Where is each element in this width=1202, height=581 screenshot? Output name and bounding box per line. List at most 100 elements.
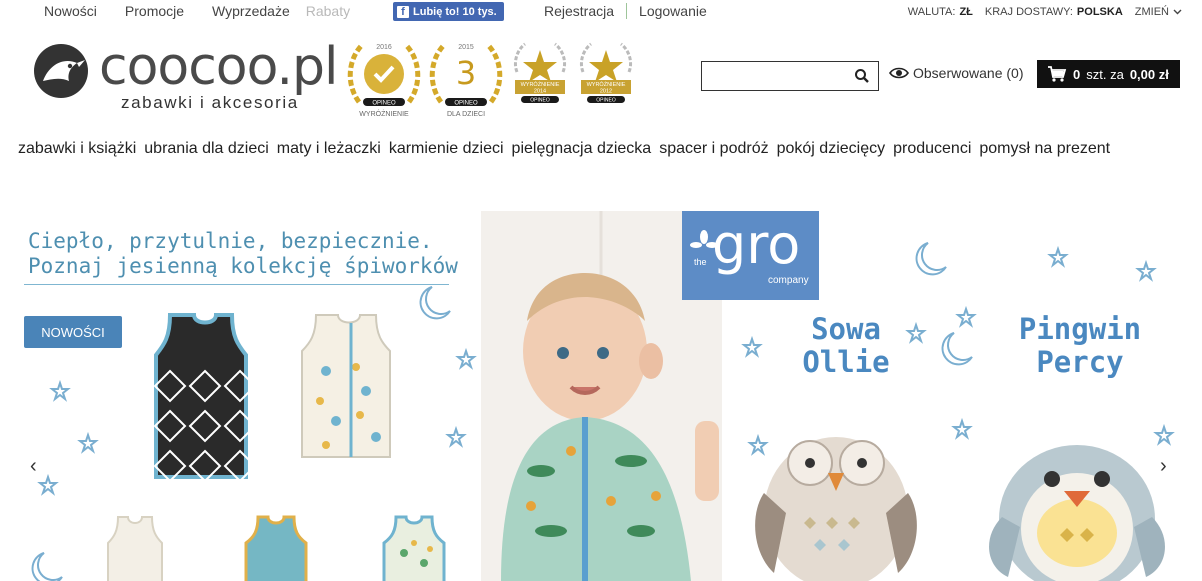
category-spacer[interactable]: spacer i podróż xyxy=(659,140,768,158)
gro-the-label: the xyxy=(694,257,707,267)
product-title-owl-line2: Ollie xyxy=(802,345,890,379)
award-label: DLA DZIECI xyxy=(447,111,485,118)
region-settings: WALUTA: ZŁ KRAJ DOSTAWY: POLSKA ZMIEŃ xyxy=(908,6,1182,18)
top-nav: Nowości Promocje Wyprzedaże Rabaty xyxy=(44,3,378,19)
category-nav: zabawki i książki ubrania dla dzieci mat… xyxy=(18,140,1118,158)
category-karmienie[interactable]: karmienie dzieci xyxy=(389,140,504,158)
star-icon xyxy=(741,335,763,358)
gro-wordmark: gro xyxy=(712,213,801,276)
top-nav-item-wyprzedaze[interactable]: Wyprzedaże xyxy=(212,3,290,19)
laurel-wreath-icon: OPINEO 2016 WYRÓŻNIENIE xyxy=(347,44,421,118)
logo-tagline: zabawki i akcesoria xyxy=(121,93,299,112)
product-title-owl: Sowa Ollie xyxy=(796,313,896,379)
top-bar: Nowości Promocje Wyprzedaże Rabaty f Lub… xyxy=(0,0,1202,24)
award-year: 2016 xyxy=(376,44,392,51)
star-icon xyxy=(455,347,477,370)
star-icon xyxy=(905,321,927,344)
facebook-like-button[interactable]: f Lubię to! 10 tys. xyxy=(393,2,504,21)
cart-qty-suffix: szt. za xyxy=(1086,66,1124,82)
star-icon xyxy=(955,305,977,328)
award-number: 3 xyxy=(456,54,476,92)
category-ubrania[interactable]: ubrania dla dzieci xyxy=(144,140,269,158)
sleeping-bag-animals-image xyxy=(301,314,391,458)
watchlist-link[interactable]: Obserwowane (0) xyxy=(889,65,1024,81)
logo-wordmark: coocoo.pl xyxy=(99,37,339,97)
product-title-penguin-line1: Pingwin xyxy=(1018,312,1142,346)
facebook-icon: f xyxy=(397,5,409,18)
cart-qty: 0 xyxy=(1073,66,1081,82)
star-icon xyxy=(49,379,71,402)
category-producenci[interactable]: producenci xyxy=(893,140,971,158)
award-brand-label: OPINEO xyxy=(596,98,616,104)
award-badge-2014: WYRÓŻNIENIE 2014 OPINEO xyxy=(509,36,571,120)
star-icon xyxy=(951,417,973,440)
product-title-penguin-line2: Percy xyxy=(1036,345,1124,379)
award-badges: OPINEO 2016 WYRÓŻNIENIE 3 OPINEO 2015 DL… xyxy=(345,36,637,120)
award-year: 2014 xyxy=(534,89,546,95)
award-brand-label: OPINEO xyxy=(530,98,550,104)
award-badge-2015: 3 OPINEO 2015 DLA DZIECI xyxy=(427,36,505,120)
site-logo[interactable]: coocoo.pl zabawki i akcesoria xyxy=(33,37,343,118)
top-nav-item-promocje[interactable]: Promocje xyxy=(125,3,184,19)
search-icon[interactable] xyxy=(854,68,870,84)
eye-icon xyxy=(889,67,909,79)
award-year: 2012 xyxy=(600,89,612,95)
award-label: WYRÓŻNIENIE xyxy=(359,109,409,118)
award-brand-label: OPINEO xyxy=(372,101,396,107)
star-award-icon: WYRÓŻNIENIE 2012 OPINEO xyxy=(579,42,633,104)
cuckoo-bird-icon xyxy=(34,44,88,98)
hero-banner[interactable]: Ciepło, przytulnie, bezpiecznie. Poznaj … xyxy=(0,211,1202,581)
top-nav-item-nowosci[interactable]: Nowości xyxy=(44,3,97,19)
star-icon xyxy=(77,431,99,454)
star-icon xyxy=(37,473,59,496)
star-icon xyxy=(445,425,467,448)
login-link[interactable]: Logowanie xyxy=(639,3,707,19)
category-zabawki[interactable]: zabawki i książki xyxy=(18,140,136,158)
country-label: KRAJ DOSTAWY: xyxy=(984,6,1073,18)
cart-button[interactable]: 0 szt. za 0,00 zł xyxy=(1037,60,1180,88)
cart-total: 0,00 zł xyxy=(1129,66,1169,82)
penguin-plush-image xyxy=(989,445,1165,581)
award-label: WYRÓŻNIENIE xyxy=(587,81,626,88)
moon-icon xyxy=(915,242,947,276)
moon-icon xyxy=(419,286,451,320)
award-badge-2012: WYRÓŻNIENIE 2012 OPINEO xyxy=(575,36,637,120)
award-brand-label: OPINEO xyxy=(454,101,478,107)
facebook-like-label: Lubię to! 10 tys. xyxy=(413,5,497,18)
product-title-owl-line1: Sowa xyxy=(811,312,881,346)
auth-links: Rejestracja Logowanie xyxy=(544,3,707,19)
sleeping-bag-cream-image xyxy=(107,516,163,581)
owl-plush-image xyxy=(755,437,917,581)
currency-label: WALUTA: xyxy=(907,6,956,18)
chevron-down-icon[interactable] xyxy=(1173,9,1182,15)
award-label: WYRÓŻNIENIE xyxy=(521,81,560,88)
product-title-penguin: Pingwin Percy xyxy=(1010,313,1150,379)
country-value: POLSKA xyxy=(1076,6,1123,18)
search-box[interactable] xyxy=(701,61,879,91)
currency-value: ZŁ xyxy=(959,6,973,18)
moon-icon xyxy=(941,332,973,366)
category-pokoj[interactable]: pokój dziecięcy xyxy=(777,140,886,158)
watchlist-label: Obserwowane (0) xyxy=(913,65,1024,81)
sleeping-bag-teal-image xyxy=(244,515,308,581)
category-prezent[interactable]: pomysł na prezent xyxy=(979,140,1110,158)
auth-divider xyxy=(626,3,628,19)
moon-icon xyxy=(31,552,63,581)
banner-prev-arrow[interactable]: ‹ xyxy=(30,455,37,478)
star-icon xyxy=(1135,259,1157,282)
category-pielegnacja[interactable]: pielęgnacja dziecka xyxy=(512,140,652,158)
award-year: 2015 xyxy=(458,44,474,51)
cart-icon xyxy=(1048,66,1067,82)
sleeping-bag-geometric-image xyxy=(153,313,257,481)
gro-company-label: company xyxy=(768,275,809,286)
category-maty[interactable]: maty i leżaczki xyxy=(277,140,381,158)
star-award-icon: WYRÓŻNIENIE 2014 OPINEO xyxy=(513,42,567,104)
star-icon xyxy=(1047,245,1069,268)
change-region-link[interactable]: ZMIEŃ xyxy=(1135,6,1169,18)
laurel-wreath-icon: 3 OPINEO 2015 DLA DZIECI xyxy=(429,44,503,118)
gro-company-logo: the gro company xyxy=(682,211,819,300)
award-badge-2016: OPINEO 2016 WYRÓŻNIENIE xyxy=(345,36,423,120)
top-nav-item-rabaty[interactable]: Rabaty xyxy=(306,3,350,19)
register-link[interactable]: Rejestracja xyxy=(544,3,614,19)
sleeping-bag-leaves-image xyxy=(382,515,446,581)
